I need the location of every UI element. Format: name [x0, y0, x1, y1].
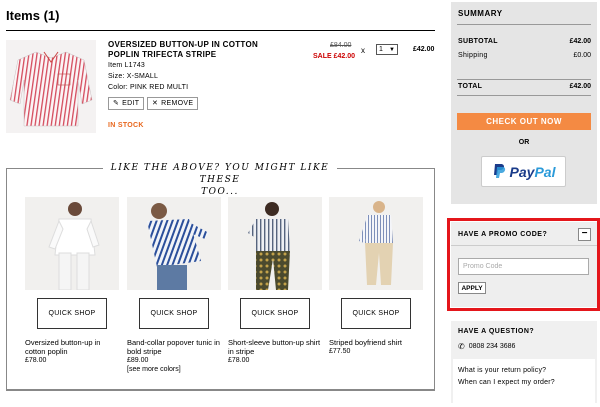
checkout-button[interactable]: CHECK OUT NOW — [457, 113, 591, 130]
original-price: £84.00 — [330, 42, 352, 49]
phone-text: 0808 234 3686 — [468, 343, 516, 350]
subtotal-value: £42.00 — [569, 38, 591, 45]
or-separator: OR — [518, 139, 530, 146]
paypal-logo-icon — [493, 164, 505, 178]
model-white-shirt-image — [48, 202, 100, 290]
promo-title: HAVE A PROMO CODE? — [458, 231, 548, 238]
close-icon: ✕ — [152, 100, 159, 107]
product-image[interactable] — [6, 40, 96, 133]
product-card-info[interactable]: Short-sleeve button-up shirt in stripe £… — [228, 338, 322, 365]
item-color: Color: PINK RED MULTI — [108, 84, 189, 91]
product-card-price: £78.00 — [25, 357, 47, 364]
product-card-image[interactable] — [25, 197, 119, 290]
paypal-wordmark-a: Pay — [509, 163, 535, 180]
item-number: Item L1743 — [108, 62, 146, 69]
stock-status: IN STOCK — [108, 122, 144, 129]
phone-number[interactable]: ✆ 0808 234 3686 — [458, 342, 515, 351]
product-card-image[interactable] — [329, 197, 423, 290]
quick-shop-button[interactable]: QUICK SHOP — [240, 298, 310, 329]
items-heading: Items (1) — [6, 8, 60, 23]
chevron-down-icon: ▼ — [389, 46, 395, 53]
divider — [6, 30, 435, 31]
remove-button[interactable]: ✕ REMOVE — [147, 97, 199, 110]
product-card-image[interactable] — [127, 197, 221, 290]
product-card: QUICK SHOP Band-collar popover tunic in … — [127, 197, 221, 373]
help-links: What is your return policy? When can I e… — [453, 359, 595, 403]
product-card-name: Oversized button-up in cotton poplin — [25, 338, 101, 356]
promo-panel: HAVE A PROMO CODE? − Promo Code APPLY — [451, 222, 597, 307]
see-more-colors-link[interactable]: [see more colors] — [127, 365, 221, 374]
total-value: £42.00 — [569, 83, 591, 90]
paypal-button[interactable]: PayPal — [481, 156, 566, 187]
product-card-info[interactable]: Oversized button-up in cotton poplin £78… — [25, 338, 119, 365]
cart-page: Items (1) OVERSIZED BUTTON-UP IN COTTON … — [0, 0, 600, 407]
product-card: QUICK SHOP Oversized button-up in cotton… — [25, 197, 119, 364]
help-panel: HAVE A QUESTION? ✆ 0808 234 3686 What is… — [451, 321, 597, 403]
order-summary: SUMMARY SUBTOTAL £42.00 Shipping £0.00 T… — [451, 2, 597, 204]
times-sign: x — [361, 46, 365, 55]
quick-shop-button[interactable]: QUICK SHOP — [139, 298, 209, 329]
quantity-value: 1 — [379, 46, 383, 53]
product-name-line1: OVERSIZED BUTTON-UP IN COTTON — [108, 40, 259, 49]
divider — [451, 245, 597, 246]
divider — [337, 168, 435, 169]
product-name-line2: POPLIN TRIFECTA STRIPE — [108, 50, 217, 59]
product-name[interactable]: OVERSIZED BUTTON-UP IN COTTON POPLIN TRI… — [108, 40, 278, 60]
return-policy-link[interactable]: What is your return policy? — [458, 367, 546, 374]
model-striped-tunic-image — [147, 203, 209, 290]
shipping-value: £0.00 — [573, 52, 591, 59]
product-card-price: £89.00 — [127, 357, 149, 364]
model-short-sleeve-shirt-image — [248, 202, 290, 290]
promo-code-input[interactable]: Promo Code — [458, 258, 589, 275]
help-title: HAVE A QUESTION? — [458, 328, 535, 335]
phone-icon: ✆ — [458, 342, 465, 351]
divider — [457, 95, 591, 96]
quick-shop-button[interactable]: QUICK SHOP — [37, 298, 107, 329]
product-card-info[interactable]: Band-collar popover tunic in bold stripe… — [127, 338, 221, 374]
recommendations-heading-line1: LIKE THE ABOVE? YOU MIGHT LIKE THESE — [110, 163, 330, 185]
product-card: QUICK SHOP Striped boyfriend shirt £77.5… — [329, 197, 423, 355]
product-card-name: Short-sleeve button-up shirt in stripe — [228, 338, 321, 356]
striped-shirt-image — [9, 51, 93, 127]
divider — [457, 79, 591, 80]
quantity-select[interactable]: 1 ▼ — [376, 44, 398, 55]
model-boyfriend-shirt-image — [359, 201, 393, 285]
apply-button[interactable]: APPLY — [458, 282, 486, 294]
product-card-price: £77.50 — [329, 348, 351, 355]
pencil-icon: ✎ — [113, 100, 120, 107]
divider — [457, 24, 591, 25]
paypal-wordmark: PayPal — [510, 164, 556, 180]
total-label: TOTAL — [458, 83, 483, 90]
product-card-price: £78.00 — [228, 357, 250, 364]
item-size: Size: X-SMALL — [108, 73, 159, 80]
remove-label: REMOVE — [161, 100, 194, 107]
edit-button[interactable]: ✎ EDIT — [108, 97, 145, 110]
divider — [6, 390, 435, 391]
divider — [6, 168, 103, 169]
product-card: QUICK SHOP Short-sleeve button-up shirt … — [228, 197, 322, 364]
sale-price: SALE £42.00 — [313, 53, 356, 60]
product-card-name: Band-collar popover tunic in bold stripe — [127, 338, 220, 356]
recommendations-heading: LIKE THE ABOVE? YOU MIGHT LIKE THESE TOO… — [104, 162, 336, 198]
summary-title: SUMMARY — [458, 9, 503, 18]
subtotal-label: SUBTOTAL — [458, 38, 498, 45]
collapse-toggle[interactable]: − — [578, 228, 591, 241]
product-card-info[interactable]: Striped boyfriend shirt £77.50 — [329, 338, 423, 356]
line-total: £42.00 — [413, 46, 435, 53]
order-eta-link[interactable]: When can I expect my order? — [458, 379, 555, 386]
shipping-label: Shipping — [458, 52, 488, 59]
edit-label: EDIT — [122, 100, 140, 107]
quick-shop-button[interactable]: QUICK SHOP — [341, 298, 411, 329]
product-card-image[interactable] — [228, 197, 322, 290]
product-card-name: Striped boyfriend shirt — [329, 338, 402, 347]
paypal-wordmark-b: Pal — [534, 163, 556, 180]
